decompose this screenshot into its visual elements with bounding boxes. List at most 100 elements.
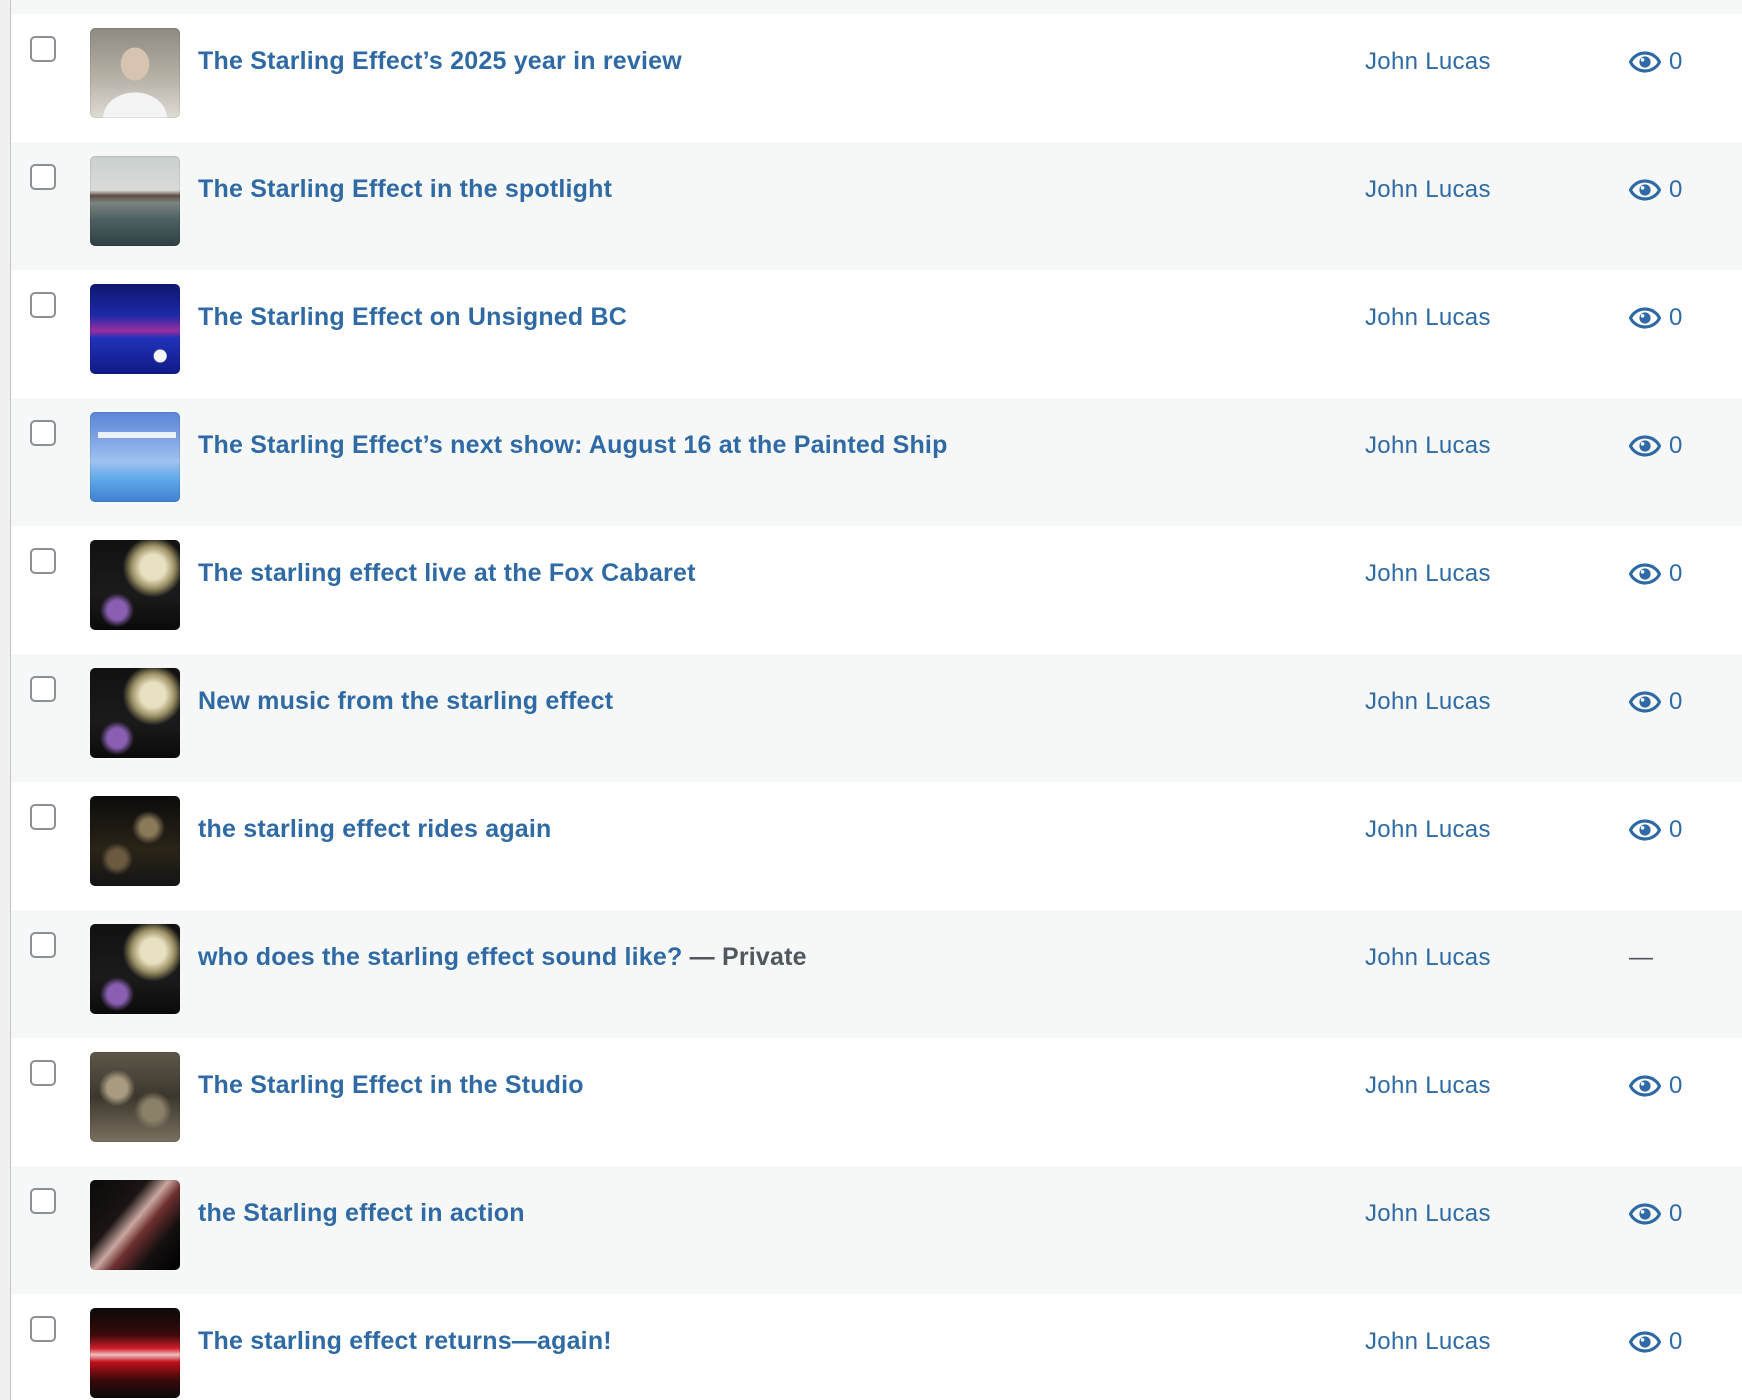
post-views-count: 0 bbox=[1669, 48, 1683, 75]
post-author-link[interactable]: John Lucas bbox=[1365, 1071, 1491, 1101]
post-thumbnail[interactable] bbox=[90, 1052, 180, 1142]
eye-icon bbox=[1629, 179, 1669, 201]
eye-icon bbox=[1629, 1203, 1669, 1225]
post-thumbnail[interactable] bbox=[90, 156, 180, 246]
post-author-link[interactable]: John Lucas bbox=[1365, 47, 1491, 77]
row-select-checkbox[interactable] bbox=[30, 292, 56, 318]
post-title-link[interactable]: The Starling Effect’s 2025 year in revie… bbox=[198, 47, 682, 75]
eye-icon bbox=[1629, 1331, 1669, 1353]
post-title-link[interactable]: The Starling Effect in the spotlight bbox=[198, 175, 612, 203]
eye-icon bbox=[1629, 691, 1669, 713]
table-row: The Starling Effect in the spotlight John… bbox=[11, 142, 1742, 270]
post-title-link[interactable]: The starling effect returns—again! bbox=[198, 1327, 612, 1355]
post-thumbnail[interactable] bbox=[90, 924, 180, 1014]
table-row: the starling effect rides again John Luca… bbox=[11, 782, 1742, 910]
post-title-cell: The starling effect returns—again! bbox=[198, 1326, 612, 1356]
table-row: The starling effect returns—again! John L… bbox=[11, 1294, 1742, 1400]
row-select-checkbox[interactable] bbox=[30, 164, 56, 190]
post-thumbnail[interactable] bbox=[90, 412, 180, 502]
eye-icon bbox=[1629, 819, 1669, 841]
table-row: The starling effect live at the Fox Caba… bbox=[11, 526, 1742, 654]
post-views-link[interactable]: 0 bbox=[1629, 175, 1682, 205]
post-views-link[interactable]: 0 bbox=[1629, 47, 1682, 77]
post-views-link[interactable]: 0 bbox=[1629, 687, 1682, 717]
post-title-link[interactable]: the starling effect rides again bbox=[198, 815, 552, 843]
post-views-count: 0 bbox=[1669, 432, 1683, 459]
post-views-link[interactable]: 0 bbox=[1629, 431, 1682, 461]
row-select-checkbox[interactable] bbox=[30, 676, 56, 702]
post-thumbnail[interactable] bbox=[90, 1308, 180, 1398]
post-views-count: 0 bbox=[1669, 688, 1683, 715]
post-views-count: 0 bbox=[1669, 560, 1683, 587]
post-author-link[interactable]: John Lucas bbox=[1365, 1327, 1491, 1357]
post-views-count: 0 bbox=[1669, 816, 1683, 843]
post-views-link[interactable]: 0 bbox=[1629, 303, 1682, 333]
eye-icon bbox=[1629, 563, 1669, 585]
post-author-link[interactable]: John Lucas bbox=[1365, 687, 1491, 717]
post-views-link[interactable]: 0 bbox=[1629, 1327, 1682, 1357]
post-author-link[interactable]: John Lucas bbox=[1365, 175, 1491, 205]
post-title-link[interactable]: New music from the starling effect bbox=[198, 687, 613, 715]
post-title-link[interactable]: the Starling effect in action bbox=[198, 1199, 525, 1227]
post-author-link[interactable]: John Lucas bbox=[1365, 431, 1491, 461]
post-author-link[interactable]: John Lucas bbox=[1365, 1199, 1491, 1229]
row-select-checkbox[interactable] bbox=[30, 932, 56, 958]
posts-table: The Starling Effect’s 2025 year in revie… bbox=[10, 0, 1742, 1400]
post-views-link[interactable]: 0 bbox=[1629, 815, 1682, 845]
post-thumbnail[interactable] bbox=[90, 1180, 180, 1270]
post-title-link[interactable]: The Starling Effect in the Studio bbox=[198, 1071, 584, 1099]
previous-row-edge bbox=[11, 0, 1742, 14]
post-title-cell: The Starling Effect in the Studio bbox=[198, 1070, 584, 1100]
table-row: The Starling Effect in the Studio John Lu… bbox=[11, 1038, 1742, 1166]
post-thumbnail[interactable] bbox=[90, 796, 180, 886]
post-thumbnail[interactable] bbox=[90, 28, 180, 118]
post-thumbnail[interactable] bbox=[90, 540, 180, 630]
post-title-link[interactable]: The starling effect live at the Fox Caba… bbox=[198, 559, 696, 587]
row-select-checkbox[interactable] bbox=[30, 36, 56, 62]
posts-list-page: The Starling Effect’s 2025 year in revie… bbox=[0, 0, 1742, 1400]
row-select-checkbox[interactable] bbox=[30, 1316, 56, 1342]
table-row: The Starling Effect’s 2025 year in revie… bbox=[11, 14, 1742, 142]
post-title-cell: The Starling Effect’s 2025 year in revie… bbox=[198, 46, 682, 76]
row-select-checkbox[interactable] bbox=[30, 548, 56, 574]
post-views-count: 0 bbox=[1669, 1328, 1683, 1355]
post-author-link[interactable]: John Lucas bbox=[1365, 943, 1491, 973]
post-title-cell: The starling effect live at the Fox Caba… bbox=[198, 558, 696, 588]
posts-table-body: The Starling Effect’s 2025 year in revie… bbox=[11, 14, 1742, 1400]
row-select-checkbox[interactable] bbox=[30, 804, 56, 830]
post-title-cell: the starling effect rides again bbox=[198, 814, 552, 844]
post-views-empty: — bbox=[1629, 944, 1653, 971]
post-views-count: 0 bbox=[1669, 1200, 1683, 1227]
post-views-link[interactable]: 0 bbox=[1629, 1071, 1682, 1101]
post-views-link[interactable]: 0 bbox=[1629, 559, 1682, 589]
post-author-link[interactable]: John Lucas bbox=[1365, 815, 1491, 845]
post-title-link[interactable]: The Starling Effect’s next show: August … bbox=[198, 431, 948, 459]
post-title-cell: The Starling Effect’s next show: August … bbox=[198, 430, 948, 460]
post-title-cell: New music from the starling effect bbox=[198, 686, 613, 716]
post-title-link[interactable]: who does the starling effect sound like? bbox=[198, 943, 682, 971]
eye-icon bbox=[1629, 1075, 1669, 1097]
post-thumbnail[interactable] bbox=[90, 668, 180, 758]
table-row: who does the starling effect sound like?… bbox=[11, 910, 1742, 1038]
post-author-link[interactable]: John Lucas bbox=[1365, 559, 1491, 589]
post-title-cell: The Starling Effect on Unsigned BC bbox=[198, 302, 627, 332]
post-views-count: 0 bbox=[1669, 176, 1683, 203]
eye-icon bbox=[1629, 51, 1669, 73]
row-select-checkbox[interactable] bbox=[30, 1060, 56, 1086]
post-author-link[interactable]: John Lucas bbox=[1365, 303, 1491, 333]
row-select-checkbox[interactable] bbox=[30, 1188, 56, 1214]
eye-icon bbox=[1629, 307, 1669, 329]
post-title-cell: The Starling Effect in the spotlight bbox=[198, 174, 612, 204]
table-row: the Starling effect in action John Lucas 0 bbox=[11, 1166, 1742, 1294]
table-row: The Starling Effect’s next show: August … bbox=[11, 398, 1742, 526]
table-row: New music from the starling effect John L… bbox=[11, 654, 1742, 782]
eye-icon bbox=[1629, 435, 1669, 457]
post-views-count: 0 bbox=[1669, 1072, 1683, 1099]
post-title-link[interactable]: The Starling Effect on Unsigned BC bbox=[198, 303, 627, 331]
post-views-link[interactable]: 0 bbox=[1629, 1199, 1682, 1229]
post-state-label: — Private bbox=[682, 943, 807, 971]
table-row: The Starling Effect on Unsigned BC John L… bbox=[11, 270, 1742, 398]
post-thumbnail[interactable] bbox=[90, 284, 180, 374]
post-title-cell: who does the starling effect sound like?… bbox=[198, 942, 807, 972]
row-select-checkbox[interactable] bbox=[30, 420, 56, 446]
